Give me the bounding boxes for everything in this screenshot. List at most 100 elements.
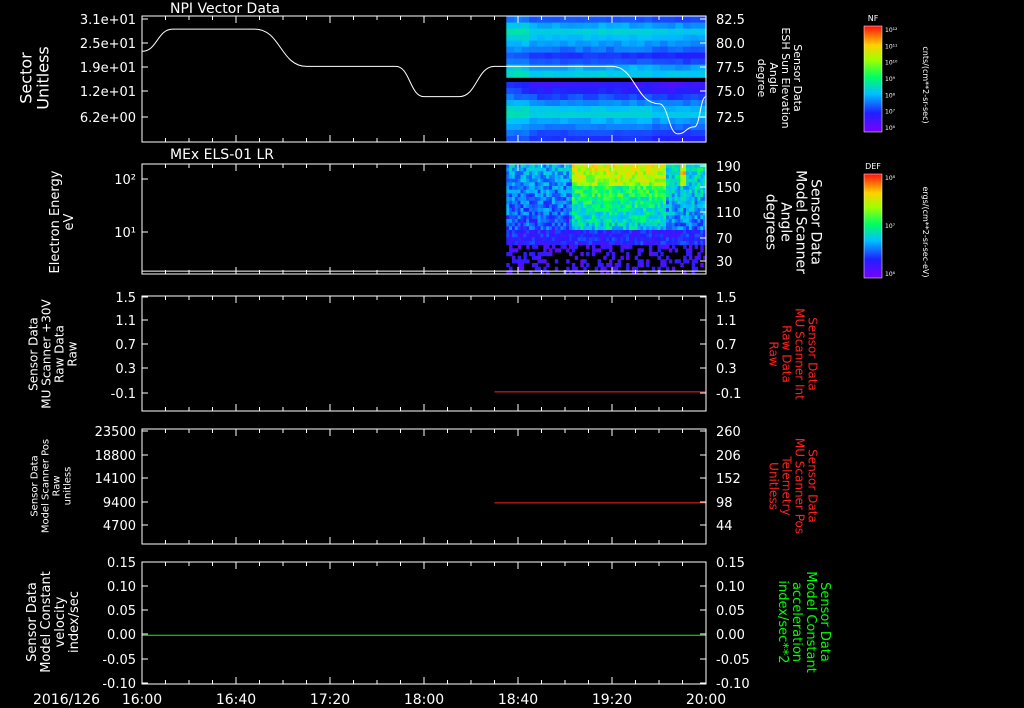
- spectrogram-cell: [626, 219, 630, 224]
- spectrogram-cell: [631, 226, 636, 231]
- spectrogram-cell: [551, 164, 556, 169]
- heatmap-cell: [644, 52, 653, 60]
- spectrogram-cell: [648, 222, 653, 227]
- spectrogram-cell: [563, 215, 567, 220]
- spectrogram-cell: [594, 189, 599, 194]
- heatmap-cell: [529, 100, 538, 107]
- spectrogram-cell: [623, 215, 627, 220]
- heatmap-cell: [513, 28, 523, 36]
- spectrogram-cell: [514, 197, 519, 202]
- spectrogram-cell: [594, 204, 599, 209]
- heatmap-cell: [598, 52, 607, 60]
- heatmap-cell: [613, 64, 623, 72]
- spectrogram-cell: [626, 226, 630, 231]
- spectrogram-cell: [680, 211, 684, 216]
- spectrogram-cell: [691, 226, 696, 231]
- heatmap-cell: [690, 94, 699, 101]
- y-tick-label: 10¹: [114, 226, 136, 241]
- heatmap-cell: [698, 34, 707, 42]
- heatmap-cell: [629, 16, 638, 24]
- heatmap-cell: [683, 22, 692, 30]
- heatmap-cell: [652, 40, 661, 48]
- heatmap-cell: [529, 46, 538, 54]
- axis-label: Angle: [778, 202, 794, 242]
- spectrogram-cell: [691, 233, 696, 238]
- heatmap-cell: [606, 40, 615, 48]
- spectrogram-cell: [691, 193, 696, 198]
- spectrogram-cell: [660, 233, 664, 238]
- spectrogram-cell: [668, 215, 673, 220]
- colorbar-tick-label: 10¹⁰: [885, 60, 898, 67]
- spectrogram-cell: [551, 237, 556, 242]
- heatmap-cell: [690, 46, 699, 54]
- spectrogram-cell: [546, 164, 550, 169]
- spectrogram-cell: [526, 230, 530, 235]
- spectrogram-cell: [600, 164, 604, 169]
- y-tick-label: 9400: [103, 496, 136, 511]
- heatmap-cell: [590, 82, 600, 89]
- heatmap-cell: [598, 118, 607, 125]
- spectrogram-cell: [686, 178, 690, 183]
- y-tick-label: 0.7: [115, 338, 136, 353]
- spectrogram-cell: [509, 211, 513, 216]
- spectrogram-cell: [600, 237, 604, 242]
- heatmap-cell: [606, 70, 615, 78]
- heatmap-cell: [613, 106, 623, 113]
- y-tick-label: 0.15: [716, 556, 745, 571]
- heatmap-cell: [629, 106, 638, 113]
- spectrogram-cell: [623, 178, 627, 183]
- spectrogram-cell: [531, 211, 536, 216]
- spectrogram-cell: [546, 222, 550, 227]
- spectrogram-cell: [537, 215, 541, 220]
- spectrogram-cell: [537, 164, 541, 169]
- heatmap-cell: [675, 94, 684, 101]
- axis-label: Raw Data: [53, 325, 67, 383]
- heatmap-cell: [521, 40, 530, 48]
- spectrogram-cell: [648, 244, 653, 249]
- heatmap-cell: [590, 52, 600, 60]
- spectrogram-cell: [534, 263, 539, 268]
- heatmap-cell: [675, 58, 684, 66]
- spectrogram-cell: [697, 200, 701, 205]
- heatmap-cell: [544, 28, 553, 36]
- spectrogram-cell: [686, 222, 690, 227]
- heatmap-cell: [698, 46, 707, 54]
- heatmap-cell: [659, 88, 669, 95]
- spectrogram-cell: [700, 248, 704, 253]
- spectrogram-cell: [686, 226, 690, 231]
- spectrogram-cell: [586, 233, 590, 238]
- colorbar-tick-label: 10⁷: [885, 109, 896, 116]
- spectrogram-cell: [557, 204, 561, 209]
- y-tick-label: 0.15: [107, 556, 136, 571]
- heatmap-cell: [598, 82, 607, 89]
- spectrogram-cell: [686, 215, 690, 220]
- spectrogram-cell: [611, 208, 616, 213]
- spectrogram-cell: [660, 230, 664, 235]
- heatmap-cell: [560, 94, 569, 101]
- spectrogram-cell: [586, 171, 590, 176]
- heatmap-cell: [667, 40, 676, 48]
- heatmap-cell: [652, 106, 661, 113]
- spectrogram-cell: [691, 186, 696, 191]
- y-tick-label: 82.5: [716, 13, 745, 28]
- spectrogram-cell: [526, 233, 530, 238]
- heatmap-cell: [552, 34, 561, 42]
- heatmap-cell: [552, 82, 561, 89]
- y-tick-label: 0.3: [716, 362, 737, 377]
- spectrogram-cell: [611, 189, 616, 194]
- spectrogram-cell: [668, 219, 673, 224]
- spectrogram-cell: [600, 266, 604, 271]
- spectrogram-cell: [623, 182, 627, 187]
- spectrogram-cell: [680, 182, 684, 187]
- spectrogram-cell: [691, 182, 696, 187]
- heatmap-cell: [529, 70, 538, 78]
- spectrogram-cell: [546, 204, 550, 209]
- heatmap-cell: [621, 16, 630, 24]
- spectrogram-cell: [666, 204, 670, 209]
- spectrogram-cell: [623, 193, 627, 198]
- spectrogram-cell: [531, 167, 536, 172]
- spectrogram-cell: [509, 233, 513, 238]
- spectrogram-cell: [537, 226, 541, 231]
- spectrogram-cell: [546, 175, 550, 180]
- spectrogram-cell: [546, 193, 550, 198]
